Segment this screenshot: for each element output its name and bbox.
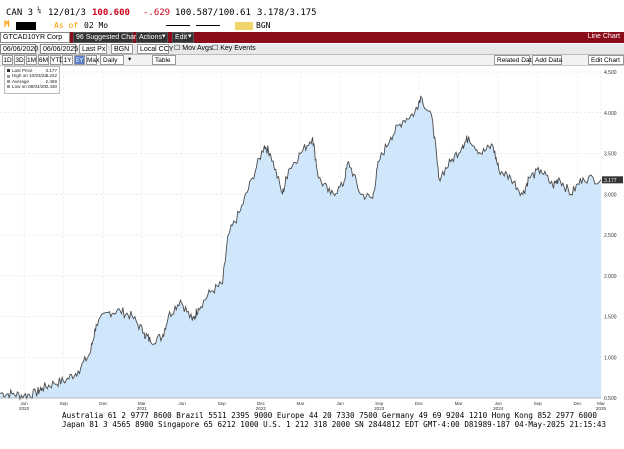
currency-select[interactable]: Local CCY (137, 44, 173, 54)
source-label: BGN (256, 21, 271, 30)
last-value-label: 3.177 (604, 178, 617, 184)
quote-ticker: CAN 3 (6, 8, 34, 18)
period-tab[interactable]: YTD (50, 55, 64, 65)
edit-chart-button[interactable]: Edit Chart (588, 55, 624, 65)
x-tick-label: Sep (218, 401, 227, 406)
legend-label: High on 10/03/23 (12, 73, 47, 79)
frequency-select[interactable]: Daily (100, 55, 124, 65)
quote-maturity: 12/01/3 (48, 8, 86, 18)
x-year-label: 2020 (19, 406, 30, 410)
asof-label: As of (54, 21, 79, 30)
footer-status: Japan 81 3 4565 8900 Singapore 65 6212 1… (62, 420, 607, 429)
legend-label: Low on 08/04/20 (12, 83, 46, 89)
table-button[interactable]: Table (152, 55, 176, 65)
period-tab[interactable]: 1Y (62, 55, 73, 65)
key-events-label: Key Events (220, 45, 256, 52)
chart-toolbar: GTCAD10YR Corp 96 Suggested Charts Actio… (0, 32, 624, 43)
x-year-label: 2022 (256, 406, 267, 410)
y-tick-label: 0.500 (604, 396, 617, 402)
y-tick-label: 4.000 (604, 111, 617, 117)
quote-yield: 3.178/3.175 (257, 8, 317, 18)
asof-value: 02 Mo (84, 21, 109, 30)
y-axis-labels: 4.500 4.000 3.500 3.000 2.500 2.000 1.500 1.000… (604, 70, 617, 402)
chart-legend: Last Price 3.177 High on 10/03/23 4.242 Aver… (4, 66, 60, 94)
chart-type-title: Line Chart (587, 33, 620, 40)
source-highlight (235, 22, 253, 30)
source-select[interactable]: BGN (111, 44, 133, 54)
legend-swatch-icon (7, 79, 10, 83)
period-tab[interactable]: 3D (14, 55, 25, 65)
y-tick-label: 1.500 (604, 315, 617, 321)
legend-value: 0.430 (45, 83, 58, 89)
y-tick-label: 2.500 (604, 233, 617, 239)
legend-label: Average (12, 78, 30, 84)
arrow-left-icon (166, 25, 190, 26)
legend-row: Low on 08/04/20 0.430 (7, 84, 57, 89)
status-block (16, 22, 36, 30)
actions-chevron-down-icon[interactable]: ▾ (160, 32, 168, 43)
x-tick-label: Jun (178, 401, 186, 406)
period-tab[interactable]: 1D (2, 55, 13, 65)
last-value-marker: 3.177 (602, 176, 623, 184)
legend-swatch-icon (7, 74, 10, 78)
x-year-label: 2021 (137, 406, 148, 410)
x-year-label: 2024 (493, 406, 504, 410)
end-date-field[interactable]: 06/06/2025 (40, 44, 78, 54)
x-tick-label: Mar (297, 401, 305, 406)
start-date-field[interactable]: 06/06/2020 (0, 44, 38, 54)
key-events-checkbox[interactable]: ☐ Key Events (210, 44, 258, 54)
quote-bid-ask: 100.587/100.61 (175, 8, 251, 18)
x-year-label: 2023 (374, 406, 385, 410)
x-year-label: 2025 (596, 406, 607, 410)
quote-change: -.629 (143, 8, 171, 18)
mov-avgs-checkbox[interactable]: ☐ Mov Avgs (172, 44, 214, 54)
quote-fraction: ¼ (37, 6, 42, 14)
quote-price: 100.600 (92, 8, 130, 18)
y-tick-label: 3.500 (604, 152, 617, 158)
x-tick-label: Dec (573, 401, 582, 406)
y-tick-label: 1.000 (604, 355, 617, 361)
x-tick-label: Sep (534, 401, 543, 406)
x-tick-label: Dec (415, 401, 424, 406)
y-tick-label: 2.000 (604, 274, 617, 280)
mov-avgs-label: Mov Avgs (182, 45, 213, 52)
x-tick-label: Mar (455, 401, 463, 406)
security-field[interactable]: GTCAD10YR Corp (0, 32, 70, 43)
related-data-button[interactable]: Related Data (494, 55, 535, 65)
x-tick-label: Dec (99, 401, 108, 406)
period-tab[interactable]: 5Y (74, 55, 85, 65)
legend-swatch-icon (7, 85, 10, 89)
period-tab[interactable]: 6M (38, 55, 49, 65)
y-tick-label: 4.500 (604, 70, 617, 76)
legend-label: Last Price (12, 68, 33, 73)
x-tick-label: Sep (60, 401, 69, 406)
price-field-select[interactable]: Last Px (79, 44, 107, 54)
frequency-chevron-down-icon[interactable]: ▾ (126, 55, 133, 65)
edit-chevron-down-icon[interactable]: ▾ (186, 32, 194, 43)
period-tab[interactable]: Max (86, 55, 99, 65)
sub-header: M As of 02 Mo BGN (0, 20, 624, 31)
arrow-right-icon (196, 25, 220, 26)
flag-icon: M (4, 20, 10, 30)
x-tick-label: Jun (336, 401, 344, 406)
quote-line: CAN 3 ¼ 12/01/3 100.600 -.629 100.587/10… (0, 6, 624, 20)
add-data-button[interactable]: Add Data (532, 55, 562, 65)
period-tab[interactable]: 1M (26, 55, 37, 65)
legend-swatch-icon (7, 69, 10, 73)
y-tick-label: 3.000 (604, 192, 617, 198)
period-toolbar: 1D 3D 1M 6M YTD 1Y 5Y Max Daily ▾ Table Related… (0, 55, 624, 66)
suggested-charts-button[interactable]: 96 Suggested Charts (73, 32, 142, 43)
date-toolbar: 06/06/2020 06/06/2025 Last Px BGN Local … (0, 44, 624, 55)
x-axis-labels: Jun Sep Dec Mar Jun Sep Dec Mar Jun Sep Dec Mar Jun S… (0, 397, 607, 410)
footer-contacts: Australia 61 2 9777 8600 Brazil 5511 239… (62, 411, 597, 420)
price-chart[interactable]: 4.500 4.000 3.500 3.000 2.500 2.000 1.500 1.000… (0, 66, 624, 410)
